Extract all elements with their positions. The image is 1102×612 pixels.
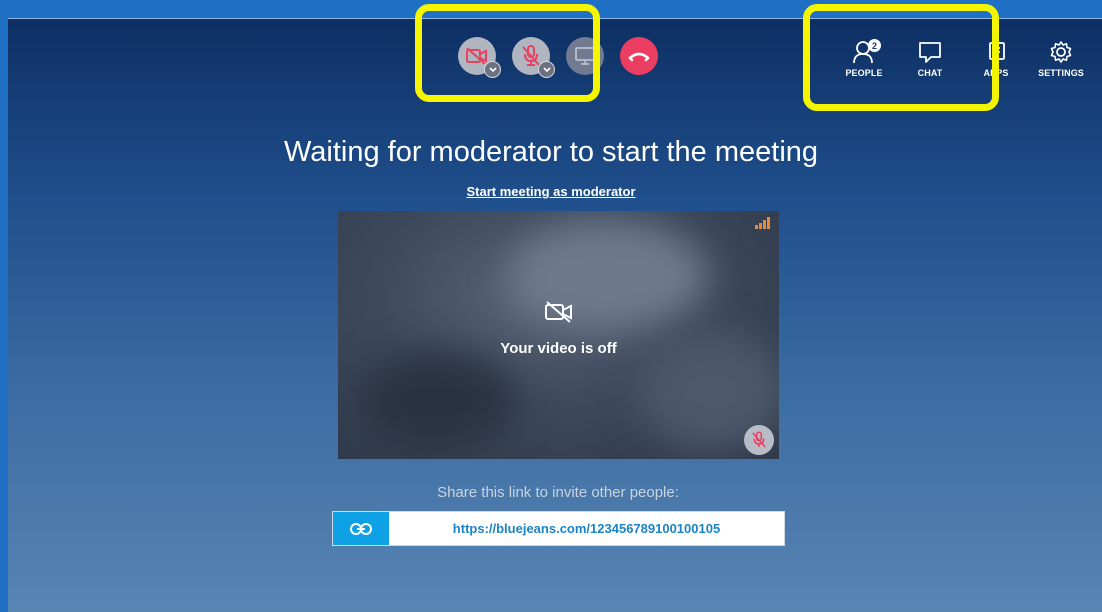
share-link-label: Share this link to invite other people: — [437, 484, 679, 501]
share-url-text[interactable]: https://bluejeans.com/123456789100100105 — [389, 512, 784, 545]
waiting-title: Waiting for moderator to start the meeti… — [283, 136, 819, 168]
self-mute-indicator — [744, 425, 774, 455]
media-controls-highlight — [415, 4, 600, 102]
link-icon — [350, 522, 372, 535]
people-chat-highlight — [803, 4, 999, 111]
copy-link-button[interactable] — [333, 512, 389, 545]
blur-blob — [358, 351, 518, 451]
hang-up-button[interactable] — [620, 37, 658, 75]
start-as-moderator-link[interactable]: Start meeting as moderator — [0, 184, 1102, 199]
video-off-indicator: Your video is off — [338, 301, 779, 357]
settings-button[interactable]: SETTINGS — [1031, 40, 1091, 85]
gear-icon — [1050, 41, 1072, 63]
camera-off-icon — [544, 301, 572, 323]
video-off-text: Your video is off — [500, 340, 617, 357]
settings-label: SETTINGS — [1038, 68, 1084, 78]
phone-hangup-icon — [628, 52, 650, 62]
share-link-field[interactable]: https://bluejeans.com/123456789100100105 — [332, 511, 785, 546]
self-video-preview: Your video is off — [338, 211, 779, 459]
microphone-off-icon — [752, 431, 766, 448]
signal-strength-icon — [755, 217, 770, 229]
